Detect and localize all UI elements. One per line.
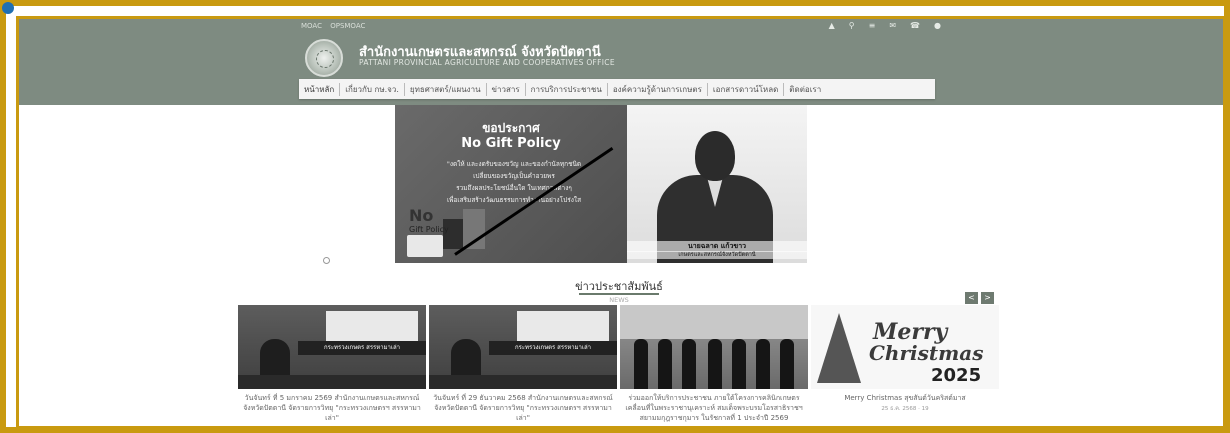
nav-item-contact[interactable]: ติดต่อเรา (784, 83, 826, 96)
top-bar: MOAC OPSMOAC ▲ ⚲ ≡ ✉ ☎ ● (301, 19, 941, 33)
image-band: กระทรวงเกษตร สรรหามาเล่า (298, 341, 426, 355)
top-link-moac[interactable]: MOAC (301, 22, 322, 30)
image-wall (620, 305, 808, 339)
page-frame: MOAC OPSMOAC ▲ ⚲ ≡ ✉ ☎ ● สำนักงานเกษตรแล… (0, 0, 1230, 433)
official-portrait (627, 105, 807, 263)
hero-banner[interactable]: ขอประกาศ No Gift Policy "งดให้ และงดรับข… (395, 105, 807, 263)
nav-item-news[interactable]: ข่าวสาร (487, 82, 526, 96)
news-card-meta: 25 ธ.ค. 2568 · 19 (881, 406, 929, 412)
image-figure (756, 339, 770, 389)
image-screen (517, 311, 609, 341)
location-icon[interactable]: ● (934, 21, 941, 30)
news-card-title[interactable]: วันจันทร์ ที่ 5 มกราคม 2569 สำนักงานเกษต… (238, 393, 426, 423)
top-links: MOAC OPSMOAC (301, 22, 371, 30)
year-text: 2025 (931, 365, 982, 386)
page-viewport: MOAC OPSMOAC ▲ ⚲ ≡ ✉ ☎ ● สำนักงานเกษตรแล… (16, 16, 1226, 429)
image-figure (732, 339, 746, 389)
sitemap-icon[interactable]: ≡ (869, 21, 876, 30)
image-screen (326, 311, 418, 341)
no-gift-logo: No Gift Policy (409, 208, 449, 237)
official-role: เกษตรและสหกรณ์จังหวัดปัตตานี (627, 251, 807, 259)
portrait-head (695, 131, 735, 181)
news-card[interactable]: กระทรวงเกษตร สรรหามาเล่า วันจันทร์ ที่ 5… (238, 305, 426, 426)
nav-item-knowledge[interactable]: องค์ความรู้ด้านการเกษตร (608, 82, 708, 96)
image-figure (658, 339, 672, 389)
news-section-subtitle: NEWS (609, 296, 629, 304)
policy-title: No Gift Policy (461, 136, 561, 151)
news-card-title[interactable]: ร่วมออกให้บริการประชาชน ภายใต้โครงการคลิ… (620, 393, 808, 423)
phone-icon[interactable]: ☎ (910, 21, 920, 30)
news-title-underline (579, 293, 659, 295)
announcement-line: เพื่อเสริมสร้างวัฒนธรรมการทำงานอย่างโปร่… (446, 196, 582, 204)
news-card-image[interactable]: กระทรวงเกษตร สรรหามาเล่า (238, 305, 426, 389)
news-card-title[interactable]: วันจันทร์ ที่ 29 ธันวาคม 2568 สำนักงานเก… (429, 393, 617, 423)
mail-icon[interactable]: ✉ (889, 21, 896, 30)
image-figure (708, 339, 722, 389)
site-subtitle: PATTANI PROVINCIAL AGRICULTURE AND COOPE… (359, 58, 615, 67)
no-gift-small: Gift Policy (409, 225, 449, 234)
news-card[interactable]: ร่วมออกให้บริการประชาชน ภายใต้โครงการคลิ… (620, 305, 808, 426)
top-link-opsmoac[interactable]: OPSMOAC (330, 22, 365, 30)
news-card[interactable]: Merry Christmas 2025 Merry Christmas สุข… (811, 305, 999, 426)
search-icon[interactable]: ⚲ (849, 21, 855, 30)
site-header: MOAC OPSMOAC ▲ ⚲ ≡ ✉ ☎ ● สำนักงานเกษตรแล… (19, 19, 1223, 105)
nav-item-strategy[interactable]: ยุทธศาสตร์/แผนงาน (405, 82, 487, 96)
nav-item-about[interactable]: เกี่ยวกับ กษ.จว. (340, 82, 405, 96)
christmas-text: Christmas (869, 341, 984, 365)
image-band: กระทรวงเกษตร สรรหามาเล่า (489, 341, 617, 355)
slider-indicator[interactable] (323, 257, 330, 264)
nav-item-downloads[interactable]: เอกสารดาวน์โหลด (708, 82, 785, 96)
christmas-tree-icon (817, 313, 861, 383)
image-strip (238, 375, 426, 389)
user-icon[interactable]: ▲ (829, 21, 835, 30)
gift-box-image (407, 235, 443, 257)
banner-announcement: ขอประกาศ No Gift Policy "งดให้ และงดรับข… (395, 105, 627, 263)
news-card-image[interactable]: กระทรวงเกษตร สรรหามาเล่า (429, 305, 617, 389)
news-next-button[interactable]: > (981, 292, 994, 304)
image-figure (634, 339, 648, 389)
news-card[interactable]: กระทรวงเกษตร สรรหามาเล่า วันจันทร์ ที่ 2… (429, 305, 617, 426)
corner-dot (2, 2, 14, 14)
image-figure (682, 339, 696, 389)
news-prev-button[interactable]: < (965, 292, 978, 304)
announcement-line: เปลี่ยนของขวัญเป็นคำอวยพร (473, 172, 555, 180)
main-nav: หน้าหลัก เกี่ยวกับ กษ.จว. ยุทธศาสตร์/แผน… (299, 79, 935, 99)
news-card-image[interactable] (620, 305, 808, 389)
news-card-image[interactable]: Merry Christmas 2025 (811, 305, 999, 389)
nav-item-home[interactable]: หน้าหลัก (299, 82, 341, 96)
news-card-title[interactable]: Merry Christmas สุขสันต์วันคริสต์มาส (811, 393, 999, 403)
announcement-line: รวมถึงผลประโยชน์อื่นใด ในเทศกาลต่างๆ (456, 184, 572, 192)
top-icons: ▲ ⚲ ≡ ✉ ☎ ● (829, 21, 941, 30)
nav-item-services[interactable]: การบริการประชาชน (526, 82, 608, 96)
site-logo[interactable] (305, 39, 343, 77)
image-figure (780, 339, 794, 389)
image-strip (429, 375, 617, 389)
